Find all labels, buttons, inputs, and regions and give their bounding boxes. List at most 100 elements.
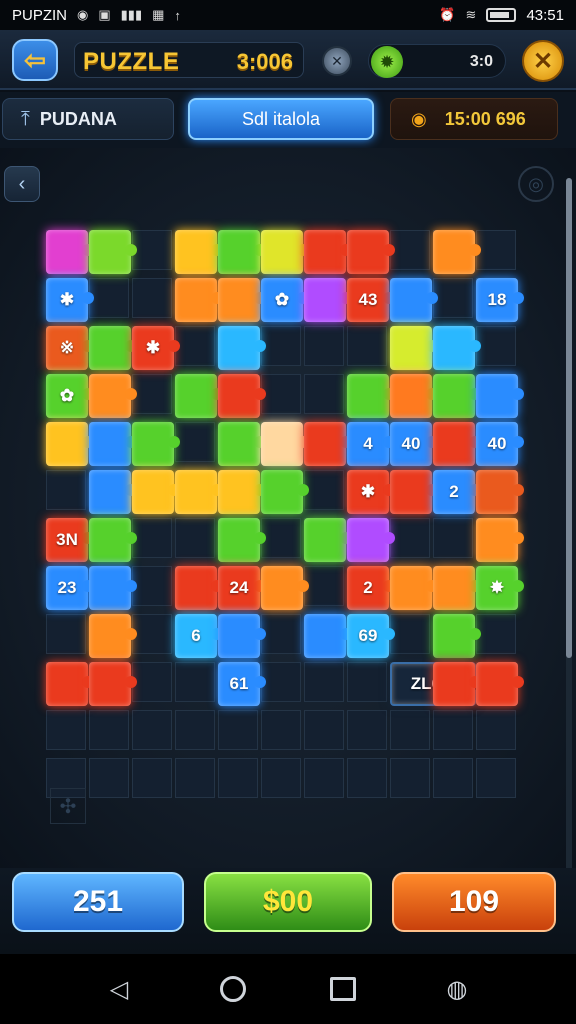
puzzle-piece[interactable] [261,422,309,466]
puzzle-piece[interactable] [304,230,352,274]
puzzle-piece[interactable] [304,278,352,322]
puzzle-piece[interactable] [89,662,137,706]
puzzle-piece[interactable] [46,422,94,466]
puzzle-piece[interactable] [476,662,524,706]
puzzle-piece[interactable] [46,230,94,274]
puzzle-piece[interactable]: ✱ [347,470,395,514]
grid-cell[interactable] [261,662,301,702]
grid-cell[interactable] [347,662,387,702]
puzzle-piece[interactable] [175,374,223,418]
orange-action-button[interactable]: 109 [392,872,556,932]
puzzle-piece[interactable] [89,566,137,610]
grid-cell[interactable] [347,758,387,798]
grid-cell[interactable] [390,518,430,558]
puzzle-piece[interactable] [476,374,524,418]
grid-cell[interactable] [476,230,516,270]
recent-apps-icon[interactable] [330,977,356,1001]
puzzle-piece[interactable]: 23 [46,566,94,610]
tab-selected[interactable]: Sdl italola [188,98,374,140]
collapse-chevron-icon[interactable]: ‹ [4,166,40,202]
grid-cell[interactable] [261,614,301,654]
grid-cell[interactable] [132,614,172,654]
grid-cell[interactable] [390,710,430,750]
puzzle-piece[interactable] [175,470,223,514]
puzzle-piece[interactable] [175,566,223,610]
gear-icon[interactable]: ✹ [371,46,403,78]
puzzle-piece[interactable] [433,326,481,370]
grid-cell[interactable] [175,758,215,798]
grid-cell[interactable] [433,518,473,558]
grid-cell[interactable] [433,710,473,750]
puzzle-piece[interactable] [46,662,94,706]
puzzle-piece[interactable]: ✱ [132,326,180,370]
grid-cell[interactable] [347,710,387,750]
accessibility-icon[interactable]: ◍ [440,972,474,1006]
puzzle-piece[interactable] [347,374,395,418]
puzzle-piece[interactable] [433,374,481,418]
puzzle-piece[interactable] [261,566,309,610]
puzzle-piece[interactable]: ✱ [46,278,94,322]
grid-cell[interactable] [132,230,172,270]
scrollbar-thumb[interactable] [566,178,572,658]
puzzle-piece[interactable]: ✿ [46,374,94,418]
grid-cell[interactable] [89,758,129,798]
puzzle-piece[interactable] [390,326,438,370]
puzzle-piece[interactable] [175,230,223,274]
grid-cell[interactable] [175,518,215,558]
grid-cell[interactable] [390,758,430,798]
grid-cell[interactable] [304,470,344,510]
grid-cell[interactable] [433,758,473,798]
grid-cell[interactable] [175,710,215,750]
puzzle-piece[interactable] [89,470,137,514]
back-triangle-icon[interactable]: ◁ [102,972,136,1006]
grid-cell[interactable] [304,662,344,702]
puzzle-piece[interactable]: 69 [347,614,395,658]
grid-cell[interactable] [132,710,172,750]
shield-icon[interactable]: ✕ [322,46,352,76]
puzzle-piece[interactable] [218,230,266,274]
puzzle-piece[interactable] [218,278,266,322]
grid-cell[interactable] [132,566,172,606]
grid-cell[interactable] [261,374,301,414]
timer-panel[interactable]: ◉ 15:00 696 [390,98,558,140]
grid-cell[interactable] [218,710,258,750]
puzzle-piece[interactable] [89,326,137,370]
grid-cell[interactable] [218,758,258,798]
puzzle-piece[interactable] [218,326,266,370]
puzzle-piece[interactable] [132,470,180,514]
puzzle-piece[interactable]: 18 [476,278,524,322]
grid-cell[interactable] [476,326,516,366]
grid-cell[interactable] [175,326,215,366]
puzzle-piece[interactable] [89,230,137,274]
grid-cell[interactable] [46,470,86,510]
puzzle-piece[interactable] [89,374,137,418]
puzzle-piece[interactable] [476,470,524,514]
puzzle-piece[interactable] [218,374,266,418]
puzzle-piece[interactable]: 43 [347,278,395,322]
grid-cell[interactable] [476,710,516,750]
puzzle-piece[interactable]: 24 [218,566,266,610]
grid-cell[interactable] [433,278,473,318]
puzzle-piece[interactable]: 2 [433,470,481,514]
puzzle-piece[interactable] [390,470,438,514]
puzzle-piece[interactable] [390,566,438,610]
back-arrow-icon[interactable]: ⇦ [12,39,58,81]
puzzle-piece[interactable] [132,422,180,466]
puzzle-piece[interactable] [218,614,266,658]
grid-cell[interactable] [132,278,172,318]
grid-cell[interactable] [390,230,430,270]
puzzle-piece[interactable] [347,518,395,562]
puzzle-piece[interactable]: ✸ [476,566,524,610]
puzzle-piece[interactable]: 3N [46,518,94,562]
puzzle-piece[interactable] [218,422,266,466]
puzzle-piece[interactable]: ※ [46,326,94,370]
grid-cell[interactable] [476,614,516,654]
puzzle-piece[interactable] [261,470,309,514]
grid-cell[interactable] [347,326,387,366]
puzzle-piece[interactable]: 40 [390,422,438,466]
grid-cell[interactable] [390,614,430,654]
grid-cell[interactable] [304,326,344,366]
puzzle-piece[interactable] [304,422,352,466]
blue-action-button[interactable]: 251 [12,872,184,932]
grid-cell[interactable] [261,518,301,558]
